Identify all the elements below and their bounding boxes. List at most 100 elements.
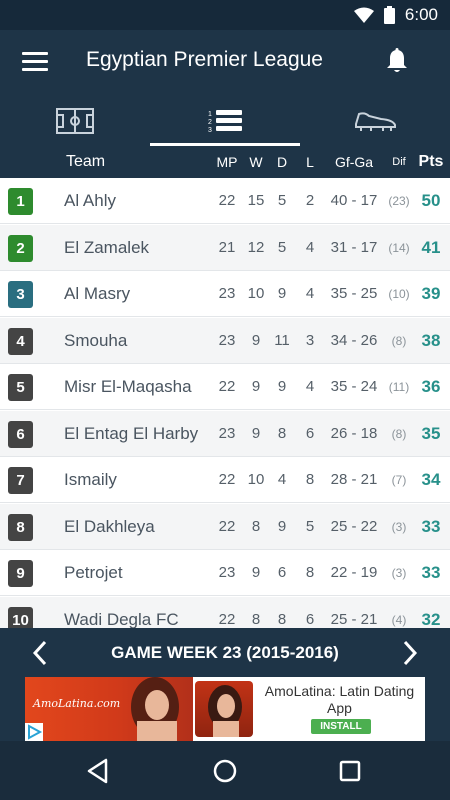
cell-pts: 33 (421, 563, 441, 582)
cell-mp: 22 (218, 378, 236, 395)
table-row[interactable]: 8 El Dakhleya 22 8 9 5 25 - 22 (3) 33 (0, 503, 450, 550)
cell-gfga: 35 - 25 (330, 285, 378, 302)
team-name: Petrojet (64, 563, 123, 582)
svg-text:2: 2 (208, 119, 212, 126)
cell-d: 4 (277, 471, 287, 488)
adchoices-icon[interactable] (25, 723, 43, 741)
cell-gfga: 25 - 22 (330, 517, 378, 535)
wifi-icon (353, 7, 374, 23)
cell-gfga: 25 - 21 (330, 610, 378, 628)
position-badge: 4 (8, 327, 33, 355)
cell-w: 9 (251, 564, 261, 581)
position-badge: 10 (8, 606, 33, 628)
cell-mp: 22 (218, 610, 236, 628)
tab-boots[interactable] (300, 96, 450, 146)
ad-brand: AmoLatina.com (33, 697, 121, 710)
cell-d: 8 (277, 424, 287, 442)
cell-d: 6 (277, 564, 287, 581)
cell-d: 9 (277, 285, 287, 302)
header-w: W (249, 154, 263, 170)
header-d: D (276, 154, 288, 170)
table-row[interactable]: 6 El Entag El Harby 23 9 8 6 26 - 18 (8) 35 (0, 410, 450, 457)
cell-dif: (7) (391, 473, 407, 487)
cell-pts: 36 (421, 377, 441, 396)
position-badge: 8 (8, 513, 33, 541)
cell-w: 10 (247, 285, 265, 302)
ad-title: AmoLatina: Latin Dating App (264, 683, 415, 716)
soccer-field-icon (56, 108, 94, 134)
team-name: Al Ahly (64, 191, 116, 210)
cell-mp: 23 (218, 285, 236, 302)
cell-mp: 23 (218, 331, 236, 349)
table-row[interactable]: 7 Ismaily 22 10 4 8 28 - 21 (7) 34 (0, 457, 450, 503)
cell-d: 5 (277, 238, 287, 256)
team-name: Wadi Degla FC (64, 609, 179, 629)
header-dif: Dif (392, 156, 406, 168)
cell-dif: (10) (388, 287, 410, 301)
header-mp: MP (216, 154, 238, 170)
cell-dif: (3) (391, 519, 407, 534)
cell-gfga: 22 - 19 (330, 564, 378, 581)
position-badge: 1 (8, 188, 33, 215)
table-row[interactable]: 2 El Zamalek 21 12 5 4 31 - 17 (14) 41 (0, 224, 450, 271)
cell-pts: 35 (421, 423, 441, 443)
team-name: Ismaily (64, 470, 117, 489)
cell-mp: 22 (218, 517, 236, 535)
cell-mp: 23 (218, 424, 236, 442)
cell-l: 8 (305, 471, 315, 488)
ad-install-button[interactable]: INSTALL (311, 719, 371, 734)
cell-gfga: 34 - 26 (330, 331, 378, 349)
table-row[interactable]: 1 Al Ahly 22 15 5 2 40 - 17 (23) 50 (0, 178, 450, 224)
team-name: Al Masry (64, 284, 131, 303)
table-row[interactable]: 9 Petrojet 23 9 6 8 22 - 19 (3) 33 (0, 550, 450, 596)
table-header: Team MP W D L Gf-Ga Dif Pts (0, 146, 450, 178)
game-week-label: GAME WEEK 23 (2015-2016) (111, 643, 339, 662)
cell-dif: (8) (391, 333, 407, 348)
tab-field[interactable] (0, 96, 150, 146)
cell-pts: 39 (421, 284, 441, 303)
cell-pts: 33 (421, 516, 441, 536)
header-l: L (306, 154, 314, 170)
team-name: Smouha (64, 330, 128, 350)
bell-icon[interactable] (382, 46, 412, 76)
svg-text:3: 3 (208, 127, 212, 134)
team-name: El Zamalek (64, 237, 150, 257)
cell-dif: (4) (391, 612, 407, 627)
cell-d: 9 (277, 378, 287, 395)
cell-l: 2 (305, 192, 315, 209)
header-team: Team (66, 153, 106, 170)
cell-l: 4 (305, 285, 315, 302)
position-badge: 9 (8, 560, 33, 587)
cell-w: 9 (251, 378, 261, 395)
tab-standings[interactable]: 1 2 3 (150, 96, 300, 146)
recents-icon[interactable] (335, 756, 365, 786)
status-bar: 6:00 (0, 0, 450, 30)
cell-dif: (8) (391, 426, 407, 441)
battery-icon (383, 6, 395, 24)
cell-d: 11 (274, 331, 290, 349)
table-row[interactable]: 10 Wadi Degla FC 22 8 8 6 25 - 21 (4) 32 (0, 596, 450, 629)
ad-image: AmoLatina.com (25, 677, 193, 741)
cell-pts: 50 (421, 191, 441, 210)
table-row[interactable]: 5 Misr El-Maqasha 22 9 9 4 35 - 24 (11) 36 (0, 364, 450, 410)
cell-l: 6 (305, 424, 315, 442)
status-time: 6:00 (404, 5, 438, 24)
cell-pts: 41 (421, 237, 441, 257)
ad-banner[interactable]: AmoLatina.com AmoLatina: Latin Dating Ap… (25, 677, 425, 741)
tab-bar: 1 2 3 (0, 96, 450, 146)
menu-icon[interactable] (22, 52, 48, 74)
ad-app-thumbnail (195, 681, 253, 737)
table-row[interactable]: 3 Al Masry 23 10 9 4 35 - 25 (10) 39 (0, 271, 450, 317)
table-row[interactable]: 4 Smouha 23 9 11 3 34 - 26 (8) 38 (0, 317, 450, 364)
chevron-right-icon[interactable] (394, 638, 424, 668)
page-title: Egyptian Premier League (86, 48, 323, 71)
cell-gfga: 35 - 24 (330, 378, 378, 395)
home-icon[interactable] (210, 756, 240, 786)
cell-mp: 22 (218, 471, 236, 488)
cell-w: 9 (251, 331, 261, 349)
back-icon[interactable] (84, 756, 114, 786)
cell-w: 8 (251, 517, 261, 535)
cell-l: 8 (305, 564, 315, 581)
cell-w: 12 (247, 238, 265, 256)
app-bar: Egyptian Premier League (0, 30, 450, 96)
